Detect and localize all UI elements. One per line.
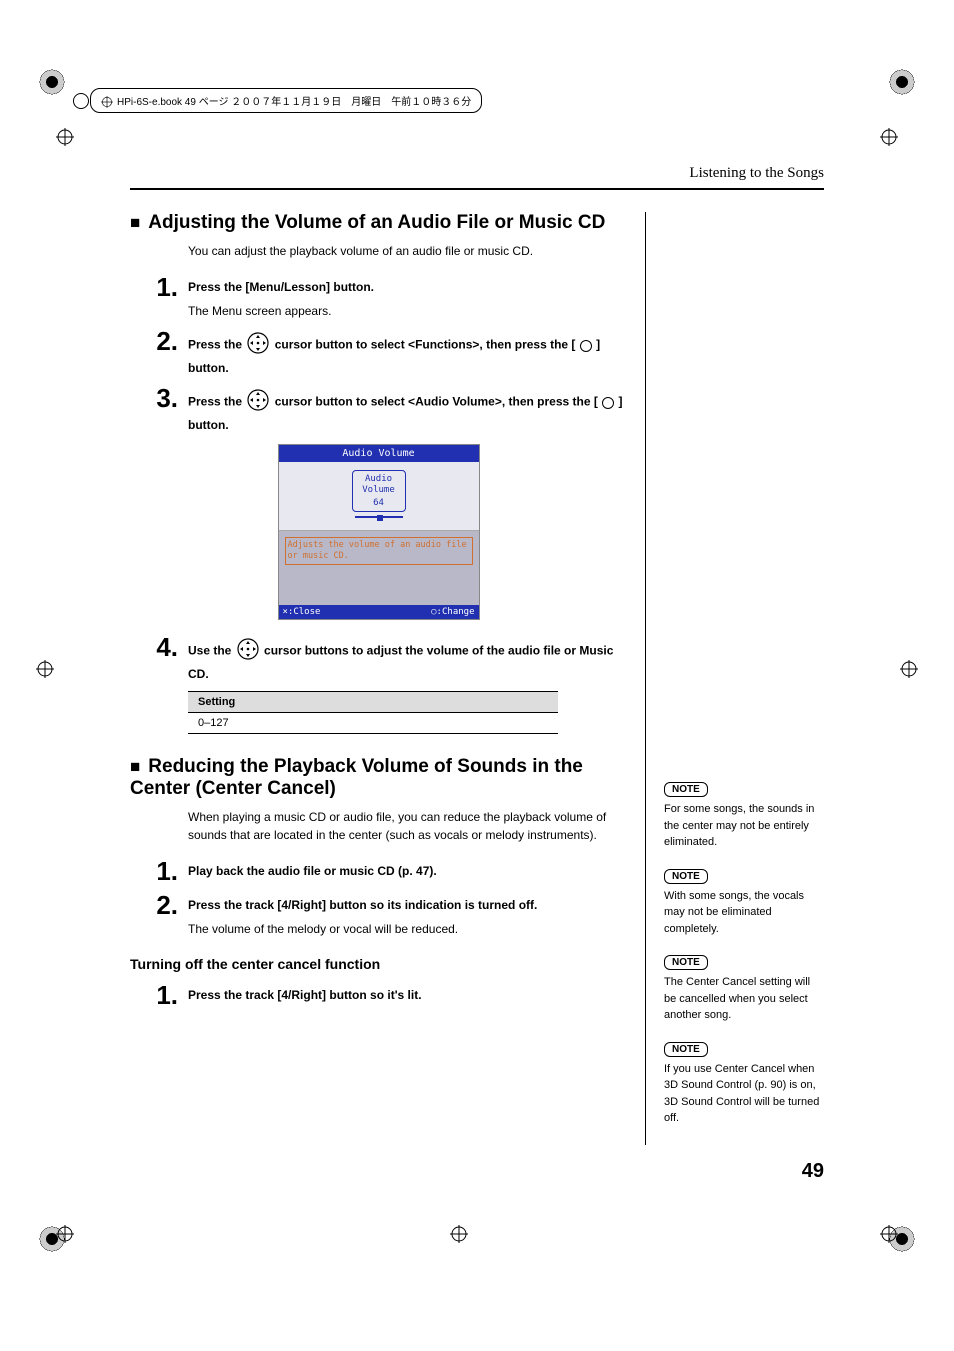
step-instruction: Press the track [4/Right] button so it's… bbox=[188, 986, 627, 1004]
step-instruction: Press the cursor button to select <Funct… bbox=[188, 332, 627, 377]
circle-button-icon bbox=[580, 340, 592, 352]
table-cell: 0–127 bbox=[188, 713, 558, 734]
screen-footer-change: ○:Change bbox=[431, 607, 474, 617]
section-title: ■Adjusting the Volume of an Audio File o… bbox=[130, 212, 627, 234]
registration-mark-icon bbox=[450, 1225, 468, 1243]
note-text: If you use Center Cancel when 3D Sound C… bbox=[664, 1061, 824, 1127]
note-block: NOTE For some songs, the sounds in the c… bbox=[664, 782, 824, 851]
step-row: 2. Press the cursor button to select <Fu… bbox=[130, 328, 627, 377]
step-row: 1. Play back the audio file or music CD … bbox=[130, 858, 627, 884]
screen-value: 64 bbox=[355, 498, 403, 509]
screen-title: Audio Volume bbox=[279, 445, 479, 462]
intro-text: You can adjust the playback volume of an… bbox=[188, 242, 627, 260]
step-number: 1. bbox=[130, 858, 188, 884]
intro-text: When playing a music CD or audio file, y… bbox=[188, 808, 627, 844]
step-instruction: Press the track [4/Right] button so its … bbox=[188, 896, 627, 914]
step-number: 4. bbox=[130, 634, 188, 660]
registration-mark-icon bbox=[56, 1225, 74, 1243]
registration-mark-icon bbox=[880, 1225, 898, 1243]
note-text: For some songs, the sounds in the center… bbox=[664, 801, 824, 851]
side-column: NOTE For some songs, the sounds in the c… bbox=[646, 212, 824, 1145]
crop-mark-icon bbox=[888, 68, 916, 96]
step-number: 2. bbox=[130, 328, 188, 354]
table-header: Setting bbox=[188, 692, 558, 713]
section-title-text: Reducing the Playback Volume of Sounds i… bbox=[130, 756, 583, 799]
page-number: 49 bbox=[802, 1160, 824, 1183]
step-row: 1. Press the [Menu/Lesson] button. The M… bbox=[130, 274, 627, 320]
note-block: NOTE With some songs, the vocals may not… bbox=[664, 869, 824, 938]
note-label: NOTE bbox=[664, 1042, 708, 1057]
document-meta-bubble: HPi-6S-e.book 49 ページ ２００７年１１月１９日 月曜日 午前１… bbox=[90, 88, 482, 113]
screen-footer-close: ×:Close bbox=[283, 607, 321, 617]
screen-description: Adjusts the volume of an audio file or m… bbox=[285, 537, 473, 565]
step-number: 1. bbox=[130, 982, 188, 1008]
step-row: 3. Press the cursor button to select <Au… bbox=[130, 385, 627, 434]
note-label: NOTE bbox=[664, 869, 708, 884]
step-number: 3. bbox=[130, 385, 188, 411]
screen-label: Audio bbox=[365, 474, 392, 484]
cursor-icon bbox=[237, 638, 259, 665]
step-number: 2. bbox=[130, 892, 188, 918]
registration-mark-icon bbox=[36, 660, 54, 678]
step-instruction: Press the [Menu/Lesson] button. bbox=[188, 278, 627, 296]
crop-mark-icon bbox=[38, 68, 66, 96]
note-label: NOTE bbox=[664, 782, 708, 797]
section-title: ■Reducing the Playback Volume of Sounds … bbox=[130, 756, 627, 800]
registration-mark-icon bbox=[900, 660, 918, 678]
main-column: ■Adjusting the Volume of an Audio File o… bbox=[130, 212, 646, 1145]
step-note: The volume of the melody or vocal will b… bbox=[188, 920, 627, 938]
screen-illustration: Audio Volume Audio Volume 64 Adjusts the… bbox=[278, 444, 480, 620]
subsection-title: Turning off the center cancel function bbox=[130, 956, 627, 972]
page-header: Listening to the Songs bbox=[130, 165, 824, 190]
step-instruction: Use the cursor buttons to adjust the vol… bbox=[188, 638, 627, 683]
step-row: 2. Press the track [4/Right] button so i… bbox=[130, 892, 627, 938]
slider-icon bbox=[355, 516, 403, 522]
note-block: NOTE If you use Center Cancel when 3D So… bbox=[664, 1042, 824, 1127]
step-instruction: Press the cursor button to select <Audio… bbox=[188, 389, 627, 434]
step-note: The Menu screen appears. bbox=[188, 302, 627, 320]
screen-label: Volume bbox=[362, 485, 395, 495]
step-instruction: Play back the audio file or music CD (p.… bbox=[188, 862, 627, 880]
cursor-icon bbox=[247, 332, 269, 359]
step-row: 4. Use the cursor buttons to adjust the … bbox=[130, 634, 627, 683]
registration-mark-icon bbox=[880, 128, 898, 146]
note-label: NOTE bbox=[664, 955, 708, 970]
step-number: 1. bbox=[130, 274, 188, 300]
note-text: The Center Cancel setting will be cancel… bbox=[664, 974, 824, 1024]
circle-button-icon bbox=[602, 397, 614, 409]
document-meta-text: HPi-6S-e.book 49 ページ ２００７年１１月１９日 月曜日 午前１… bbox=[117, 97, 471, 108]
settings-table: Setting 0–127 bbox=[188, 691, 558, 734]
section-title-text: Adjusting the Volume of an Audio File or… bbox=[148, 212, 605, 233]
cursor-icon bbox=[247, 389, 269, 416]
note-text: With some songs, the vocals may not be e… bbox=[664, 888, 824, 938]
note-block: NOTE The Center Cancel setting will be c… bbox=[664, 955, 824, 1024]
step-row: 1. Press the track [4/Right] button so i… bbox=[130, 982, 627, 1008]
registration-mark-icon bbox=[56, 128, 74, 146]
